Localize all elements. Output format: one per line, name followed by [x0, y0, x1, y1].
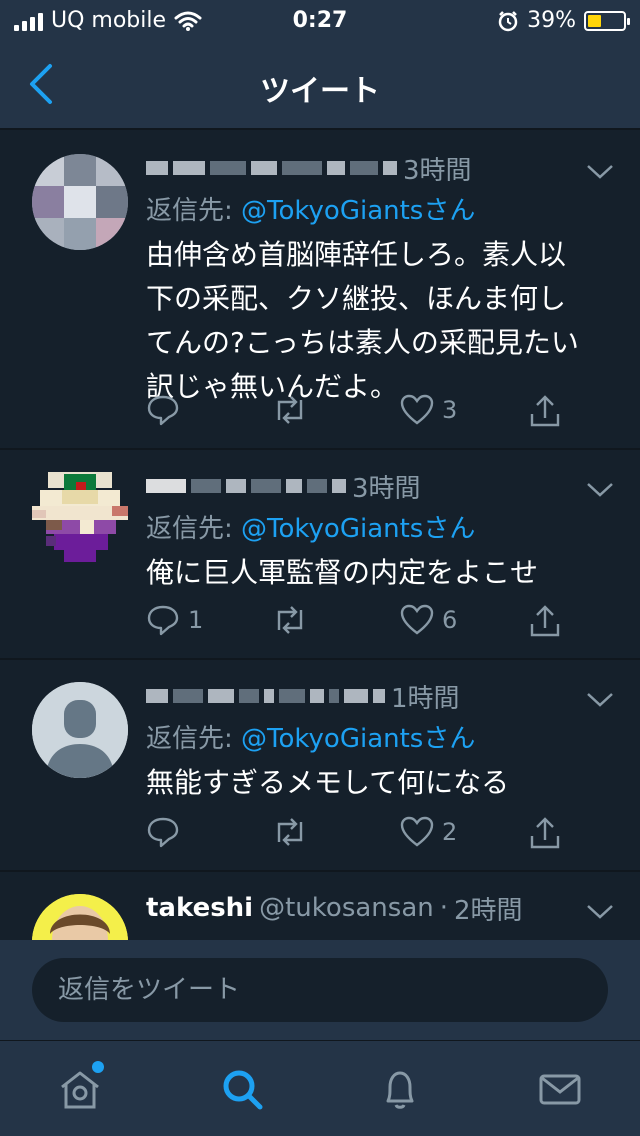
obscured-name [146, 157, 397, 179]
tweet-header: 3時間 [146, 150, 580, 186]
avatar[interactable] [32, 154, 128, 250]
tweet-item[interactable]: 1時間 返信先: @TokyoGiantsさん 無能すぎるメモして何になる 2 [0, 660, 640, 872]
separator: · [439, 893, 448, 923]
share-icon [530, 395, 560, 427]
like-count: 2 [442, 818, 458, 846]
alarm-icon [498, 10, 518, 31]
reply-handle-link[interactable]: @TokyoGiantsさん [241, 514, 475, 544]
tweet-content: 3時間 返信先: @TokyoGiantsさん 由伸含め首脳陣辞任しろ。素人以下… [146, 150, 580, 409]
share-button[interactable] [530, 604, 560, 638]
reply-prefix: 返信先: [146, 724, 242, 754]
heart-icon [400, 816, 434, 847]
reply-button[interactable] [146, 816, 188, 848]
like-button[interactable]: 6 [400, 604, 457, 636]
messages-icon [539, 1074, 581, 1105]
obscured-name [146, 685, 385, 707]
author-name: takeshi [146, 893, 254, 923]
tweet-header: 3時間 [146, 468, 580, 504]
tweet-actions: 1 6 [146, 604, 586, 644]
share-button[interactable] [530, 394, 560, 428]
share-button[interactable] [530, 816, 560, 850]
search-icon [223, 1070, 263, 1110]
reply-prefix: 返信先: [146, 514, 242, 544]
battery-level [588, 14, 602, 27]
heart-icon [400, 604, 434, 635]
retweet-icon [277, 606, 303, 634]
tweet-item[interactable]: 3時間 返信先: @TokyoGiantsさん 由伸含め首脳陣辞任しろ。素人以下… [0, 132, 640, 450]
reply-icon [147, 605, 179, 636]
reply-handle-link[interactable]: @TokyoGiantsさん [241, 196, 475, 226]
tweet-text: 無能すぎるメモして何になる [146, 766, 510, 799]
status-bar: UQ mobile 0:27 39% [0, 0, 640, 40]
tab-search[interactable] [218, 1065, 266, 1113]
tab-notifications[interactable] [376, 1065, 424, 1113]
avatar[interactable] [32, 472, 128, 568]
reply-prefix: 返信先: [146, 196, 242, 226]
reply-button[interactable] [146, 394, 188, 426]
page-title: ツイート [260, 74, 380, 109]
avatar-image [32, 154, 128, 250]
like-count: 3 [442, 396, 458, 424]
chevron-down-icon[interactable] [586, 480, 614, 500]
like-button[interactable]: 3 [400, 394, 457, 426]
tab-home[interactable] [56, 1061, 104, 1113]
tweet-actions: 3 [146, 394, 586, 434]
reply-to-line: 返信先: @TokyoGiantsさん [146, 718, 580, 755]
tweet-time: 3時間 [352, 473, 421, 504]
chevron-down-icon[interactable] [586, 162, 614, 182]
unread-dot [92, 1061, 104, 1073]
tweet-header: takeshi @tukosansan · 2時間 [146, 890, 580, 926]
reply-button[interactable]: 1 [146, 604, 203, 636]
tweet-content: takeshi @tukosansan · 2時間 [146, 890, 580, 926]
tweet-header: 1時間 [146, 678, 580, 714]
reply-count: 1 [188, 606, 204, 634]
heart-icon [400, 394, 434, 425]
chevron-down-icon[interactable] [586, 902, 614, 922]
tweet-content: 1時間 返信先: @TokyoGiantsさん 無能すぎるメモして何になる [146, 678, 580, 805]
battery-percent: 39% [527, 8, 576, 33]
tweet-item[interactable]: 3時間 返信先: @TokyoGiantsさん 俺に巨人軍監督の内定をよこせ 1… [0, 450, 640, 660]
like-button[interactable]: 2 [400, 816, 457, 848]
avatar-image [32, 472, 128, 568]
reply-icon [147, 817, 179, 848]
nav-bar: ツイート [0, 40, 640, 130]
tweet-text: 由伸含め首脳陣辞任しろ。素人以下の采配、クソ継投、ほんま何してんの?こっちは素人… [146, 238, 579, 403]
retweet-button[interactable] [272, 604, 308, 636]
tweet-time: 2時間 [454, 895, 523, 926]
chevron-down-icon[interactable] [586, 690, 614, 710]
author-handle: @tukosansan [259, 893, 434, 923]
retweet-button[interactable] [272, 816, 308, 848]
reply-input[interactable]: 返信をツイート [32, 958, 608, 1022]
like-count: 6 [442, 606, 458, 634]
tweet-content: 3時間 返信先: @TokyoGiantsさん 俺に巨人軍監督の内定をよこせ [146, 468, 580, 595]
share-icon [530, 605, 560, 637]
tweet-text: 俺に巨人軍監督の内定をよこせ [146, 556, 539, 589]
reply-icon [147, 395, 179, 426]
retweet-button[interactable] [272, 394, 308, 426]
status-bar-right: 39% [497, 8, 630, 33]
retweet-icon [277, 818, 303, 846]
tab-messages[interactable] [536, 1065, 584, 1113]
tweet-feed[interactable]: 3時間 返信先: @TokyoGiantsさん 由伸含め首脳陣辞任しろ。素人以下… [0, 132, 640, 952]
notifications-icon [386, 1071, 414, 1109]
tab-bar [0, 1040, 640, 1136]
retweet-icon [277, 396, 303, 424]
battery-icon [584, 10, 630, 31]
reply-to-line: 返信先: @TokyoGiantsさん [146, 508, 580, 545]
reply-handle-link[interactable]: @TokyoGiantsさん [241, 724, 475, 754]
tweet-time: 3時間 [403, 155, 472, 186]
obscured-name [146, 475, 346, 497]
reply-to-line: 返信先: @TokyoGiantsさん [146, 190, 580, 227]
reply-bar: 返信をツイート [0, 940, 640, 1040]
tweet-actions: 2 [146, 816, 586, 856]
share-icon [530, 817, 560, 849]
avatar[interactable] [32, 682, 128, 778]
default-avatar-icon [32, 682, 128, 778]
tweet-time: 1時間 [391, 683, 460, 714]
